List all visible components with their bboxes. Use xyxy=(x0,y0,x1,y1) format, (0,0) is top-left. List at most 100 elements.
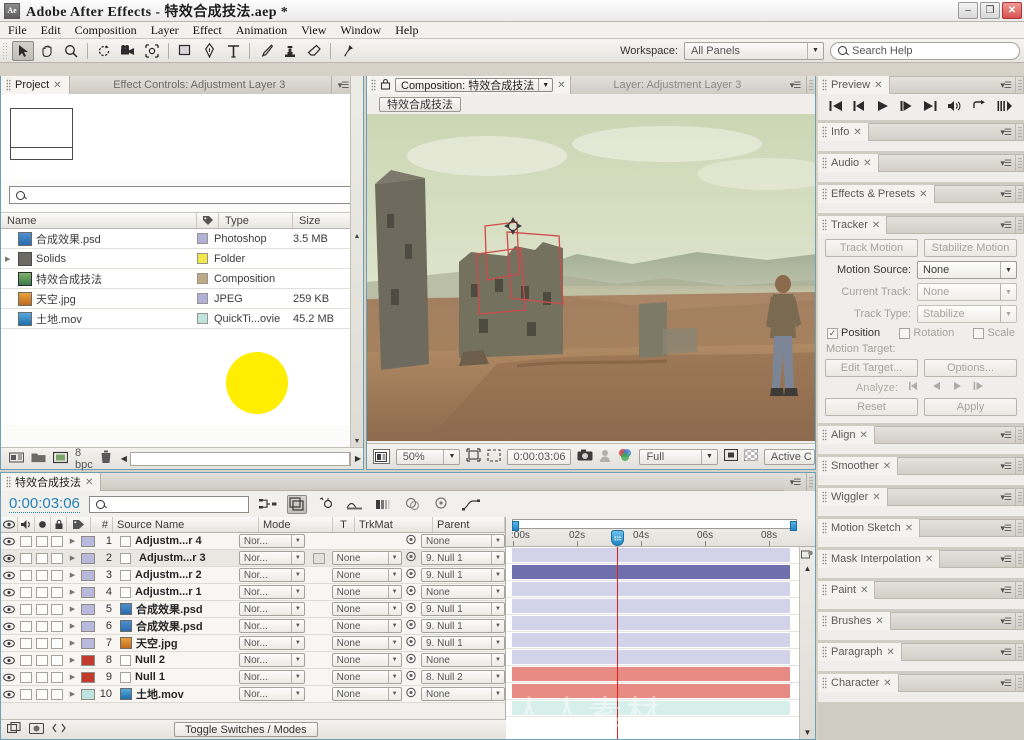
info-panel-grip[interactable] xyxy=(1015,123,1024,141)
layer-solo-toggle[interactable] xyxy=(35,586,48,598)
preview-panel-grip[interactable] xyxy=(1015,76,1024,94)
timeline-track-row[interactable] xyxy=(506,581,815,598)
mask-interpolation-panel-menu-button[interactable]: ▾☰ xyxy=(939,550,1015,568)
layer-duration-bar[interactable] xyxy=(512,582,790,596)
timeline-vertical-scrollbar[interactable]: ▲ ▼ xyxy=(799,547,815,739)
tab-effect-controls[interactable]: Effect Controls: Adjustment Layer 3 xyxy=(69,76,332,94)
layer-label-swatch[interactable] xyxy=(80,688,95,700)
reset-button[interactable]: Reset xyxy=(825,398,918,416)
brainstorm-icon[interactable] xyxy=(403,495,423,514)
layer-lock-toggle[interactable] xyxy=(50,654,63,666)
tab-smoother[interactable]: Smoother ✕ xyxy=(818,457,898,475)
motion-source-select[interactable]: None ▼ xyxy=(917,261,1017,279)
layer-parent-select[interactable]: None ▼ xyxy=(420,534,505,548)
layer-trkmat-select[interactable]: None ▼ xyxy=(331,551,402,565)
rotation-tool[interactable] xyxy=(93,41,115,61)
tab-info[interactable]: Info ✕ xyxy=(818,123,868,141)
layer-video-toggle[interactable] xyxy=(1,550,17,566)
layer-lock-toggle[interactable] xyxy=(50,569,63,581)
character-panel-menu-button[interactable]: ▾☰ xyxy=(897,674,1015,692)
layer-source-name[interactable]: Adjustm...r 1 xyxy=(117,584,237,600)
clone-stamp-tool[interactable] xyxy=(279,41,301,61)
last-frame-icon[interactable] xyxy=(923,100,937,115)
menu-item-layer[interactable]: Layer xyxy=(151,23,179,38)
layer-lock-toggle[interactable] xyxy=(50,688,63,700)
scroll-up-icon[interactable]: ▲ xyxy=(804,561,812,575)
graph-editor-icon[interactable] xyxy=(461,495,481,514)
tab-preview[interactable]: Preview ✕ xyxy=(818,76,889,94)
layer-trkmat-select[interactable]: None ▼ xyxy=(331,619,402,633)
layer-duration-bar[interactable] xyxy=(512,616,790,630)
layer-expand-triangle-icon[interactable]: ▶ xyxy=(65,618,80,634)
column-header-size[interactable]: Size xyxy=(293,213,351,228)
mask-interpolation-panel-grip[interactable] xyxy=(1015,550,1024,568)
label-color-swatch[interactable] xyxy=(197,253,208,264)
layer-expand-triangle-icon[interactable]: ▶ xyxy=(65,601,80,617)
eraser-tool[interactable] xyxy=(303,41,325,61)
layer-video-toggle[interactable] xyxy=(1,686,17,702)
layer-parent-select[interactable]: 8. Null 2 ▼ xyxy=(420,670,505,684)
layer-parent-select[interactable]: 9. Null 1 ▼ xyxy=(420,568,505,582)
timeline-graph-area[interactable]: :00s 02s 04s 06s 08s ▲ ▼ xyxy=(506,517,815,739)
resolution-select[interactable]: Full ▼ xyxy=(639,448,718,465)
layer-audio-toggle[interactable] xyxy=(19,671,32,683)
layer-trkmat-select[interactable]: None ▼ xyxy=(331,585,402,599)
close-icon[interactable]: ✕ xyxy=(853,127,861,138)
previous-frame-icon[interactable] xyxy=(853,100,867,115)
composition-panel-menu-button[interactable]: ▾☰ xyxy=(784,76,806,94)
pan-behind-tool[interactable] xyxy=(141,41,163,61)
layer-mode-select[interactable]: Nor... ▼ xyxy=(238,568,305,582)
align-panel-grip[interactable] xyxy=(1015,426,1024,444)
label-color-swatch[interactable] xyxy=(197,313,208,324)
tab-timeline-composition[interactable]: 特效合成技法 ✕ xyxy=(1,473,102,491)
type-tool[interactable] xyxy=(222,41,244,61)
next-frame-icon[interactable] xyxy=(900,100,914,115)
layer-duration-bar[interactable] xyxy=(512,599,790,613)
expand-collapse-icon[interactable] xyxy=(52,722,66,737)
layer-mode-select[interactable]: Nor... ▼ xyxy=(238,653,305,667)
restore-button[interactable]: ❐ xyxy=(980,2,1000,19)
close-icon[interactable]: ✕ xyxy=(919,189,927,200)
layer-duration-bar[interactable] xyxy=(512,548,790,562)
menu-item-edit[interactable]: Edit xyxy=(41,23,61,38)
timeline-search-input[interactable] xyxy=(88,495,249,513)
timeline-track-row[interactable] xyxy=(506,598,815,615)
layer-source-name[interactable]: 合成效果.psd xyxy=(117,618,237,634)
layer-mode-select[interactable]: Nor... ▼ xyxy=(238,551,305,565)
tab-composition[interactable]: Composition: 特效合成技法 ▼ ✕ xyxy=(367,76,570,94)
menu-item-effect[interactable]: Effect xyxy=(193,23,222,38)
layer-duration-bar[interactable] xyxy=(512,633,790,647)
layer-audio-toggle[interactable] xyxy=(19,569,32,581)
layer-mode-select[interactable]: Nor... ▼ xyxy=(238,619,305,633)
timeline-layer-row[interactable]: ▶ 9 Null 1 Nor... ▼ None ▼ 8. Null 2 ▼ xyxy=(1,669,505,686)
loop-icon[interactable] xyxy=(972,99,987,115)
layer-mode-select[interactable]: Nor... ▼ xyxy=(238,670,305,684)
label-color-swatch[interactable] xyxy=(197,293,208,304)
index-header[interactable]: # xyxy=(91,517,113,532)
mode-header[interactable]: Mode xyxy=(259,517,333,532)
layer-solo-toggle[interactable] xyxy=(35,688,48,700)
layer-switch-box[interactable] xyxy=(120,569,132,581)
layer-switch-box[interactable] xyxy=(120,586,132,598)
audio-panel-menu-button[interactable]: ▾☰ xyxy=(877,154,1015,172)
brushes-panel-grip[interactable] xyxy=(1015,612,1024,630)
lock-icon[interactable] xyxy=(380,78,391,93)
new-folder-icon[interactable] xyxy=(31,451,46,466)
close-icon[interactable]: ✕ xyxy=(883,678,891,689)
region-preview-icon[interactable] xyxy=(723,448,738,464)
smoother-panel-menu-button[interactable]: ▾☰ xyxy=(897,457,1015,475)
layer-mode-select[interactable]: Nor... ▼ xyxy=(238,687,305,701)
snapshot-icon[interactable] xyxy=(577,449,593,464)
first-frame-icon[interactable] xyxy=(829,100,843,115)
scroll-left-icon[interactable]: ◀ xyxy=(121,454,127,463)
paint-panel-menu-button[interactable]: ▾☰ xyxy=(874,581,1015,599)
layer-duration-bar[interactable] xyxy=(512,650,790,664)
close-icon[interactable]: ✕ xyxy=(886,647,894,658)
menu-item-file[interactable]: File xyxy=(8,23,27,38)
timeline-ruler[interactable]: :00s 02s 04s 06s 08s xyxy=(506,517,815,547)
layer-label-swatch[interactable] xyxy=(80,535,95,547)
frame-render-icon[interactable] xyxy=(28,722,45,738)
work-area-end-handle[interactable] xyxy=(790,521,797,531)
effects-presets-panel-grip[interactable] xyxy=(1015,185,1024,203)
layer-parent-select[interactable]: None ▼ xyxy=(420,585,505,599)
